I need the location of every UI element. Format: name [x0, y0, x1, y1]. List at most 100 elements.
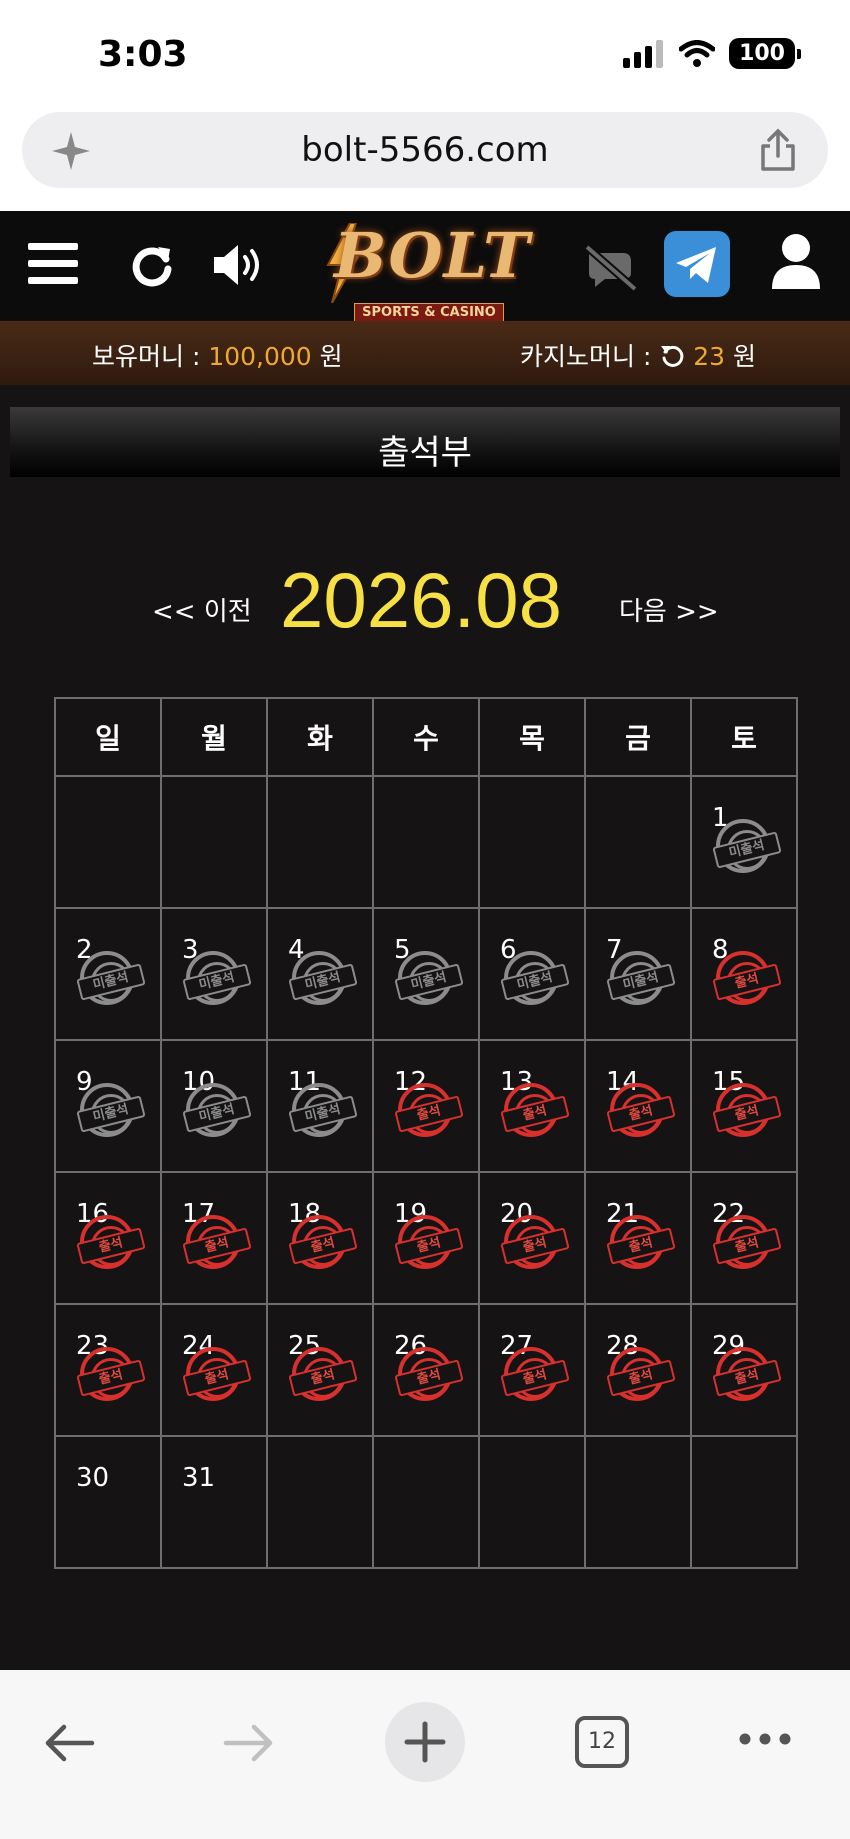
casino-money-value: 23: [693, 342, 726, 371]
calendar-day-cell: 13 출석: [478, 1039, 586, 1173]
casino-money: 카지노머니 : 23 원: [520, 337, 756, 373]
attended-stamp: 출석: [712, 951, 782, 1005]
weekday-mon: 월: [160, 697, 268, 777]
absent-stamp: 미출석: [712, 819, 782, 873]
day-number: 30: [76, 1463, 110, 1493]
holding-money-unit: 원: [319, 342, 343, 371]
calendar-day-cell: 10 미출석: [160, 1039, 268, 1173]
attended-stamp: 출석: [394, 1215, 464, 1269]
calendar-empty-cell: [160, 775, 268, 909]
calendar-day-cell: 20 출석: [478, 1171, 586, 1305]
calendar-day-cell: 9 미출석: [54, 1039, 162, 1173]
calendar-week-row: 2 미출석 3 미출석 4 미출석 5 미출석 6 미출석 7 미출석 8 출석: [54, 907, 798, 1041]
signal-icon: [623, 39, 664, 68]
next-month-button[interactable]: 다음 >>: [619, 591, 719, 628]
share-icon[interactable]: [758, 128, 798, 172]
calendar-week-row: 16 출석 17 출석 18 출석 19 출석 20 출석 21 출석 22 출석: [54, 1171, 798, 1305]
status-time: 3:03: [98, 34, 188, 75]
attended-stamp: 출석: [394, 1347, 464, 1401]
attended-stamp: 출석: [712, 1083, 782, 1137]
site-logo[interactable]: BOLT SPORTS & CASINO: [322, 219, 532, 323]
calendar-day-cell: 23 출석: [54, 1303, 162, 1437]
attended-stamp: 출석: [182, 1215, 252, 1269]
calendar-empty-cell: [372, 1435, 480, 1569]
status-icons: 100: [623, 38, 801, 69]
refresh-icon[interactable]: [128, 241, 176, 289]
absent-stamp: 미출석: [288, 1083, 358, 1137]
back-icon[interactable]: [44, 1722, 96, 1764]
holding-money: 보유머니 : 100,000 원: [92, 337, 343, 373]
holding-money-label: 보유머니 :: [92, 342, 201, 371]
attended-stamp: 출석: [288, 1347, 358, 1401]
calendar-empty-cell: [478, 1435, 586, 1569]
logo-text: BOLT: [334, 219, 531, 292]
calendar-day-cell: 12 출석: [372, 1039, 480, 1173]
absent-stamp: 미출석: [182, 1083, 252, 1137]
casino-money-label: 카지노머니 :: [520, 342, 652, 371]
weekday-tue: 화: [266, 697, 374, 777]
calendar-day-cell: 1 미출석: [690, 775, 798, 909]
absent-stamp: 미출석: [76, 1083, 146, 1137]
attended-stamp: 출석: [76, 1347, 146, 1401]
calendar-day-cell: 6 미출석: [478, 907, 586, 1041]
attended-stamp: 출석: [394, 1083, 464, 1137]
more-icon[interactable]: [738, 1732, 792, 1746]
weekday-fri: 금: [584, 697, 692, 777]
weekday-thu: 목: [478, 697, 586, 777]
user-icon[interactable]: [770, 233, 822, 291]
attendance-calendar: 일 월 화 수 목 금 토 1 미출석 2 미출석 3 미출석 4 미출석 5 미출석 6 미출석 7 미…: [54, 697, 798, 1569]
calendar-week-row: 30 31: [54, 1435, 798, 1569]
chat-off-icon[interactable]: [583, 245, 639, 291]
weekday-wed: 수: [372, 697, 480, 777]
calendar-day-cell: 17 출석: [160, 1171, 268, 1305]
calendar-day-cell: 8 출석: [690, 907, 798, 1041]
money-bar: 보유머니 : 100,000 원 카지노머니 : 23 원: [0, 321, 850, 385]
calendar-empty-cell: [266, 775, 374, 909]
tabs-button[interactable]: 12: [575, 1716, 629, 1768]
absent-stamp: 미출석: [606, 951, 676, 1005]
site-header: BOLT SPORTS & CASINO: [0, 211, 850, 323]
attended-stamp: 출석: [712, 1347, 782, 1401]
calendar-day-cell: 28 출석: [584, 1303, 692, 1437]
menu-icon[interactable]: [28, 241, 80, 287]
weekday-sun: 일: [54, 697, 162, 777]
weekday-sat: 토: [690, 697, 798, 777]
weekday-header-row: 일 월 화 수 목 금 토: [54, 697, 798, 777]
calendar-empty-cell: [266, 1435, 374, 1569]
attended-stamp: 출석: [712, 1215, 782, 1269]
attended-stamp: 출석: [500, 1347, 570, 1401]
calendar-empty-cell: [584, 775, 692, 909]
attended-stamp: 출석: [606, 1083, 676, 1137]
casino-money-unit: 원: [733, 342, 757, 371]
calendar-day-cell: 3 미출석: [160, 907, 268, 1041]
calendar-day-cell: 25 출석: [266, 1303, 374, 1437]
holding-money-value: 100,000: [208, 342, 312, 371]
calendar-day-cell: 5 미출석: [372, 907, 480, 1041]
calendar-day-cell: 14 출석: [584, 1039, 692, 1173]
volume-icon[interactable]: [212, 241, 268, 289]
attended-stamp: 출석: [500, 1083, 570, 1137]
url-text[interactable]: bolt-5566.com: [22, 130, 828, 170]
calendar-day-cell: 18 출석: [266, 1171, 374, 1305]
month-title: 2026.08: [280, 556, 562, 644]
url-bar[interactable]: bolt-5566.com: [22, 112, 828, 188]
telegram-icon[interactable]: [664, 231, 730, 297]
new-tab-button[interactable]: [385, 1702, 465, 1782]
attended-stamp: 출석: [76, 1215, 146, 1269]
calendar-empty-cell: [478, 775, 586, 909]
calendar-day-cell: 21 출석: [584, 1171, 692, 1305]
calendar-day-cell: 31: [160, 1435, 268, 1569]
calendar-empty-cell: [584, 1435, 692, 1569]
calendar-day-cell: 26 출석: [372, 1303, 480, 1437]
absent-stamp: 미출석: [394, 951, 464, 1005]
refresh-small-icon[interactable]: [659, 342, 685, 368]
prev-month-button[interactable]: << 이전: [152, 591, 252, 628]
day-number: 31: [182, 1463, 216, 1493]
main-content: 출석부 << 이전 2026.08 다음 >> 일 월 화 수 목 금 토 1미…: [0, 385, 850, 1670]
calendar-empty-cell: [690, 1435, 798, 1569]
attended-stamp: 출석: [500, 1215, 570, 1269]
forward-icon[interactable]: [222, 1722, 274, 1764]
absent-stamp: 미출석: [76, 951, 146, 1005]
logo-subtitle: SPORTS & CASINO: [354, 303, 504, 323]
month-nav: << 이전 2026.08 다음 >>: [0, 555, 850, 645]
